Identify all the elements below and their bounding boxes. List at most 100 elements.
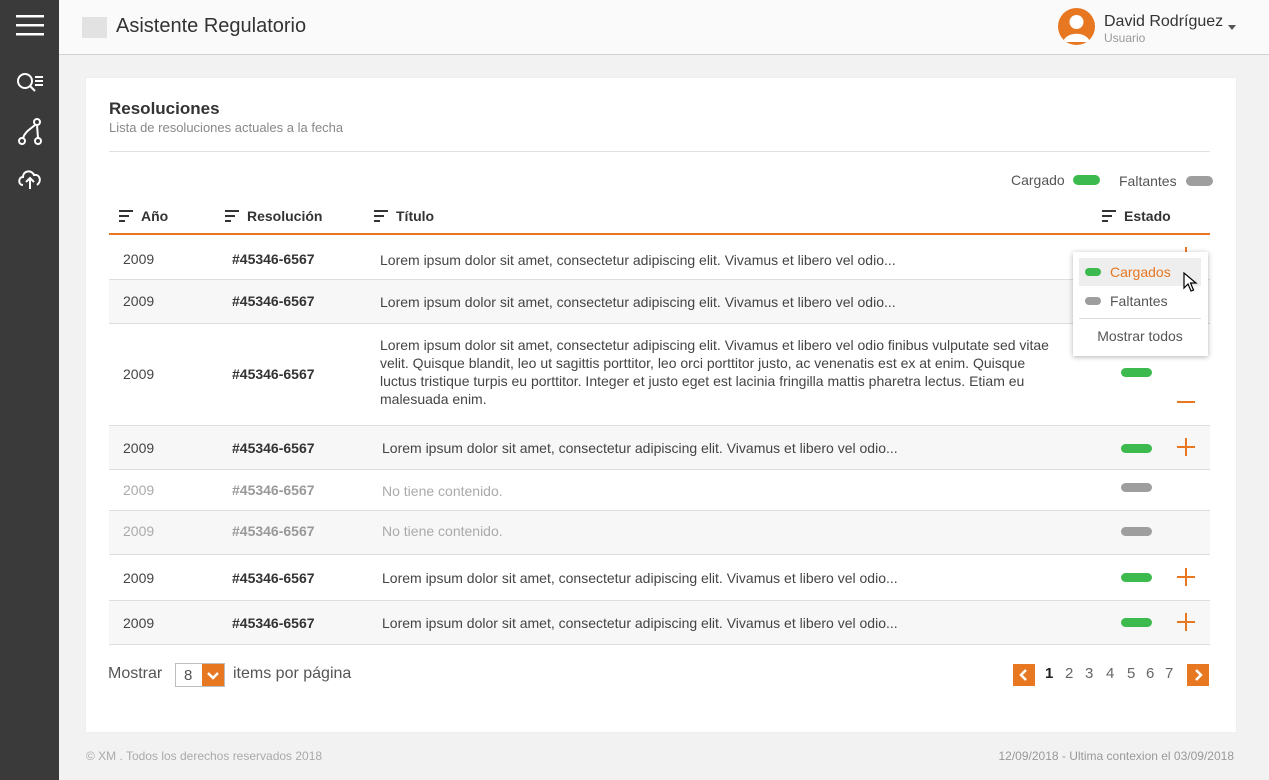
page-7[interactable]: 7	[1165, 665, 1173, 682]
chevron-down-icon[interactable]	[202, 664, 224, 686]
cell-title: Lorem ipsum dolor sit amet, consectetur …	[382, 570, 898, 586]
page-5[interactable]: 5	[1127, 665, 1135, 682]
cell-title: Lorem ipsum dolor sit amet, consectetur …	[382, 440, 898, 456]
sort-icon	[374, 210, 388, 222]
cell-title: Lorem ipsum dolor sit amet, consectetur …	[380, 337, 1049, 407]
next-page-button[interactable]	[1187, 664, 1209, 686]
cell-year: 2009	[123, 440, 155, 456]
cell-year: 2009	[123, 523, 155, 539]
legend-missing: Faltantes	[1119, 173, 1213, 189]
cell-resolution: #45346-6567	[232, 523, 315, 539]
plus-icon[interactable]	[1175, 436, 1197, 458]
column-header-title[interactable]: Título	[374, 208, 434, 224]
table-row[interactable]: 2009 #45346-6567 Lorem ipsum dolor sit a…	[109, 555, 1210, 601]
cell-title: Lorem ipsum dolor sit amet, consectetur …	[382, 615, 898, 631]
table-row[interactable]: 2009 #45346-6567 Lorem ipsum dolor sit a…	[109, 426, 1210, 470]
menu-icon[interactable]	[0, 0, 59, 50]
per-page-select[interactable]: 8	[175, 663, 225, 687]
column-header-title-label: Título	[396, 208, 435, 224]
items-per-page-label: items por página	[233, 665, 352, 682]
cell-resolution: #45346-6567	[232, 440, 315, 456]
filter-option-label: Faltantes	[1110, 293, 1168, 309]
show-label: Mostrar	[108, 665, 163, 682]
legend-loaded-pill	[1072, 175, 1100, 185]
page-3[interactable]: 3	[1085, 665, 1093, 682]
app-title: Asistente Regulatorio	[116, 15, 307, 37]
cell-year: 2009	[123, 570, 155, 586]
table-row[interactable]: 2009 #45346-6567 Lorem ipsum dolor sit a…	[109, 601, 1210, 645]
table-row-empty[interactable]: 2009 #45346-6567 No tiene contenido.	[109, 470, 1210, 511]
cell-year: 2009	[123, 615, 155, 631]
sort-icon	[119, 210, 133, 222]
column-header-status-label: Estado	[1124, 208, 1171, 224]
minus-icon[interactable]	[1175, 391, 1197, 413]
cell-title: Lorem ipsum dolor sit amet, consectetur …	[380, 252, 896, 268]
column-header-status[interactable]: Estado	[1102, 208, 1171, 224]
status-pill	[1121, 368, 1152, 377]
search-list-icon[interactable]	[0, 65, 59, 101]
cloud-upload-icon[interactable]	[0, 161, 59, 197]
cell-resolution: #45346-6567	[232, 366, 315, 382]
chevron-down-icon[interactable]	[1226, 20, 1238, 32]
cell-resolution: #45346-6567	[232, 570, 315, 586]
sidebar	[0, 0, 59, 780]
filter-option-label: Cargados	[1110, 264, 1171, 280]
column-header-resolution-label: Resolución	[247, 208, 323, 224]
divider	[1079, 318, 1201, 319]
status-filter-dropdown: Cargados Faltantes Mostrar todos	[1073, 252, 1208, 356]
mouse-cursor-icon	[1183, 271, 1199, 294]
cell-title: No tiene contenido.	[382, 483, 503, 499]
user-role: Usuario	[1104, 31, 1146, 45]
column-header-year[interactable]: Año	[119, 208, 168, 224]
plus-icon[interactable]	[1175, 566, 1197, 588]
cell-year: 2009	[123, 482, 155, 498]
status-pill	[1121, 527, 1152, 536]
cell-title: No tiene contenido.	[382, 523, 503, 539]
user-name[interactable]: David Rodríguez	[1104, 13, 1223, 31]
card-title: Resoluciones	[109, 99, 220, 118]
column-header-year-label: Año	[141, 208, 169, 224]
page-4[interactable]: 4	[1106, 665, 1114, 682]
divider	[109, 151, 1210, 152]
table-row-expanded[interactable]: 2009 #45346-6567 Lorem ipsum dolor sit a…	[109, 324, 1210, 426]
per-page-value: 8	[184, 667, 193, 684]
status-pill	[1121, 573, 1152, 582]
chevron-left-icon	[1019, 669, 1027, 681]
status-pill	[1121, 483, 1152, 492]
card-subtitle: Lista de resoluciones actuales a la fech…	[109, 120, 344, 135]
table-row[interactable]: 2009 #45346-6567 Lorem ipsum dolor sit a…	[109, 280, 1210, 324]
flow-icon[interactable]	[0, 114, 59, 150]
top-header: Asistente Regulatorio David Rodríguez Us…	[59, 0, 1269, 55]
footer-copyright: © XM . Todos los derechos reservados 201…	[86, 749, 323, 763]
page-2[interactable]: 2	[1065, 665, 1073, 682]
page-6[interactable]: 6	[1146, 665, 1154, 682]
prev-page-button[interactable]	[1013, 664, 1035, 686]
legend-loaded: Cargado	[1011, 172, 1100, 188]
column-header-resolution[interactable]: Resolución	[225, 208, 322, 224]
footer-last-connection: 12/09/2018 - Ultima contexion el 03/09/2…	[998, 749, 1235, 763]
sort-icon	[1102, 210, 1116, 222]
cell-resolution: #45346-6567	[232, 293, 315, 309]
status-pill	[1121, 444, 1152, 453]
cell-year: 2009	[123, 251, 155, 267]
cell-year: 2009	[123, 293, 155, 309]
cell-resolution: #45346-6567	[232, 615, 315, 631]
resolutions-card: Resoluciones Lista de resoluciones actua…	[85, 77, 1237, 733]
table-row[interactable]: 2009 #45346-6567 Lorem ipsum dolor sit a…	[109, 235, 1210, 280]
legend-missing-pill	[1185, 176, 1213, 186]
table-row-empty[interactable]: 2009 #45346-6567 No tiene contenido.	[109, 511, 1210, 555]
legend-loaded-label: Cargado	[1011, 172, 1065, 188]
status-pill	[1121, 618, 1152, 627]
legend-missing-label: Faltantes	[1119, 173, 1177, 189]
missing-pill	[1085, 297, 1101, 305]
cell-title: Lorem ipsum dolor sit amet, consectetur …	[380, 294, 896, 310]
filter-option-show-all[interactable]: Mostrar todos	[1079, 322, 1201, 350]
sort-icon	[225, 210, 239, 222]
plus-icon[interactable]	[1175, 611, 1197, 633]
loaded-pill	[1085, 268, 1101, 276]
cell-resolution: #45346-6567	[232, 482, 315, 498]
app-logo	[82, 17, 107, 38]
avatar[interactable]	[1058, 8, 1095, 45]
cell-resolution: #45346-6567	[232, 251, 315, 267]
page-1[interactable]: 1	[1045, 665, 1053, 682]
